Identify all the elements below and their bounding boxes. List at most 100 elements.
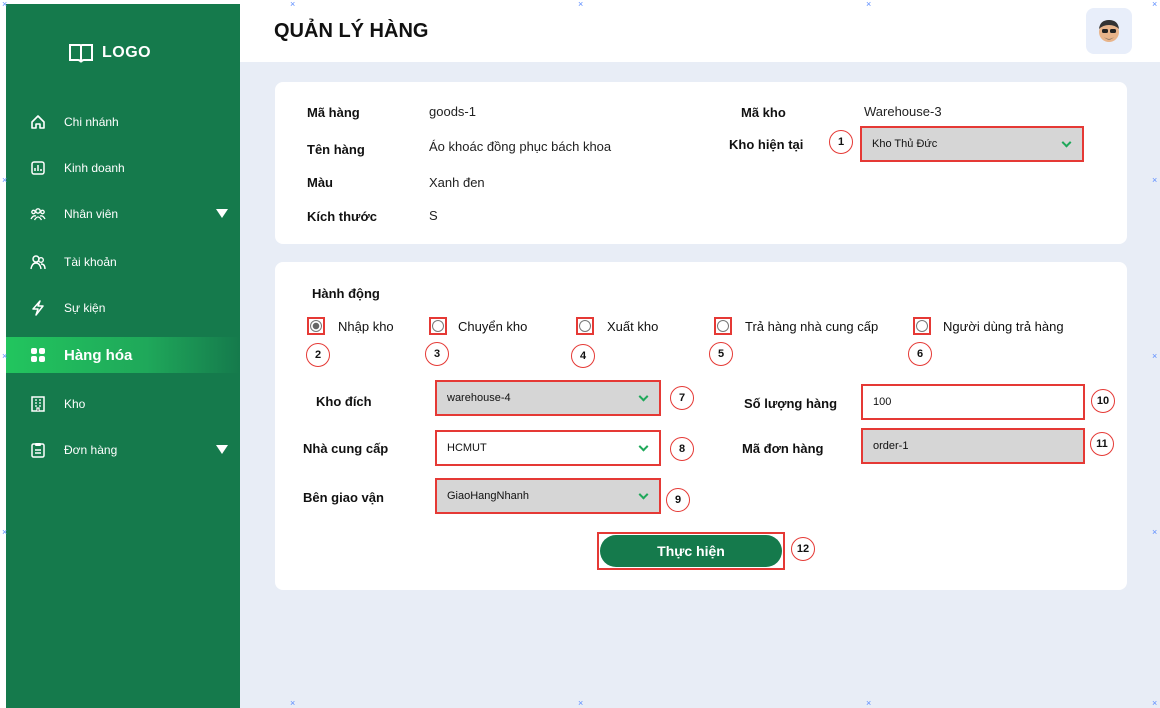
guide-mark: × bbox=[2, 0, 8, 9]
mau-value: Xanh đen bbox=[429, 175, 485, 190]
submit-button-label: Thực hiện bbox=[600, 535, 782, 567]
guide-mark: × bbox=[1152, 351, 1158, 361]
marker-5: 5 bbox=[709, 342, 733, 366]
nha-cung-cap-label: Nhà cung cấp bbox=[303, 441, 389, 456]
radio-label-nguoi-dung-tra-hang: Người dùng trả hàng bbox=[943, 319, 1064, 334]
guide-mark: × bbox=[578, 698, 584, 708]
ma-hang-value: goods-1 bbox=[429, 104, 476, 119]
guide-mark: × bbox=[1152, 175, 1158, 185]
radio-indicator bbox=[579, 320, 591, 332]
clipboard-icon bbox=[31, 443, 45, 458]
marker-1: 1 bbox=[829, 130, 853, 154]
marker-9: 9 bbox=[666, 488, 690, 512]
ben-giao-van-label: Bên giao vận bbox=[303, 490, 384, 505]
caret-down-icon[interactable] bbox=[216, 445, 228, 454]
sidebar-item-chi-nhanh[interactable]: Chi nhánh bbox=[6, 104, 240, 140]
sidebar-item-label: Kho bbox=[64, 397, 86, 411]
guide-mark: × bbox=[2, 527, 8, 537]
sidebar-item-kinh-doanh[interactable]: Kinh doanh bbox=[6, 150, 240, 186]
radio-chuyen-kho[interactable] bbox=[429, 317, 447, 335]
radio-indicator bbox=[432, 320, 444, 332]
ma-kho-value: Warehouse-3 bbox=[864, 104, 942, 119]
ten-hang-value: Áo khoác đồng phục bách khoa bbox=[429, 139, 612, 154]
kho-dich-select[interactable]: warehouse-4 bbox=[435, 380, 661, 416]
radio-label-tra-hang-ncc: Trả hàng nhà cung cấp bbox=[745, 319, 879, 334]
grid-icon bbox=[31, 348, 45, 362]
kich-thuoc-label: Kích thước bbox=[307, 209, 377, 224]
sidebar-item-label: Tài khoản bbox=[64, 255, 117, 269]
sidebar-item-label: Hàng hóa bbox=[64, 346, 133, 364]
ten-hang-label: Tên hàng bbox=[307, 142, 365, 157]
sidebar-item-label: Chi nhánh bbox=[64, 115, 119, 129]
goods-info-card bbox=[275, 82, 1127, 244]
marker-4: 4 bbox=[571, 344, 595, 368]
chevron-down-icon bbox=[638, 489, 649, 500]
submit-button[interactable]: Thực hiện bbox=[597, 532, 785, 570]
sidebar: LOGO Chi nhánh Kinh doanh Nhân viên Tài … bbox=[6, 4, 240, 708]
marker-10: 10 bbox=[1091, 389, 1115, 413]
marker-3: 3 bbox=[425, 342, 449, 366]
kho-dich-value: warehouse-4 bbox=[447, 392, 511, 404]
nha-cung-cap-select[interactable]: HCMUT bbox=[435, 430, 661, 466]
ma-don-input[interactable]: order-1 bbox=[861, 428, 1085, 464]
avatar-face-icon bbox=[1099, 20, 1119, 42]
sidebar-item-label: Sự kiện bbox=[64, 301, 106, 315]
guide-mark: × bbox=[2, 351, 8, 361]
sidebar-item-don-hang[interactable]: Đơn hàng bbox=[6, 432, 240, 468]
marker-12: 12 bbox=[791, 537, 815, 561]
guide-mark: × bbox=[1152, 698, 1158, 708]
home-icon bbox=[31, 115, 45, 129]
sidebar-item-kho[interactable]: Kho bbox=[6, 386, 240, 422]
marker-2: 2 bbox=[306, 343, 330, 367]
ma-kho-label: Mã kho bbox=[741, 105, 786, 120]
caret-down-icon[interactable] bbox=[216, 209, 228, 218]
guide-mark: × bbox=[578, 0, 584, 9]
guide-mark: × bbox=[866, 698, 872, 708]
guide-mark: × bbox=[2, 175, 8, 185]
kich-thuoc-value: S bbox=[429, 208, 438, 223]
nha-cung-cap-value: HCMUT bbox=[447, 442, 487, 454]
radio-tra-hang-ncc[interactable] bbox=[714, 317, 732, 335]
action-heading: Hành động bbox=[312, 286, 380, 301]
radio-xuat-kho[interactable] bbox=[576, 317, 594, 335]
page-title: QUẢN LÝ HÀNG bbox=[274, 20, 429, 42]
lightning-icon bbox=[32, 300, 44, 316]
so-luong-input[interactable]: 100 bbox=[861, 384, 1085, 420]
chevron-down-icon bbox=[638, 391, 649, 402]
guide-mark: × bbox=[1152, 527, 1158, 537]
guide-mark: × bbox=[1152, 0, 1158, 9]
people-icon bbox=[30, 208, 46, 221]
user-group-icon bbox=[30, 255, 46, 270]
kho-hien-tai-value: Kho Thủ Đức bbox=[872, 138, 938, 150]
radio-indicator bbox=[916, 320, 928, 332]
sidebar-item-hang-hoa[interactable]: Hàng hóa bbox=[6, 337, 240, 373]
chevron-down-icon bbox=[1061, 137, 1072, 148]
sidebar-item-label: Đơn hàng bbox=[64, 443, 118, 457]
sidebar-item-su-kien[interactable]: Sự kiện bbox=[6, 290, 240, 326]
sidebar-item-label: Kinh doanh bbox=[64, 161, 125, 175]
marker-7: 7 bbox=[670, 386, 694, 410]
radio-nhap-kho[interactable] bbox=[307, 317, 325, 335]
avatar[interactable] bbox=[1086, 8, 1132, 54]
ma-hang-label: Mã hàng bbox=[307, 105, 360, 120]
guide-mark: × bbox=[290, 698, 296, 708]
marker-8: 8 bbox=[670, 437, 694, 461]
radio-label-chuyen-kho: Chuyển kho bbox=[458, 319, 528, 334]
kho-dich-label: Kho đích bbox=[316, 394, 372, 409]
radio-indicator bbox=[310, 320, 322, 332]
marker-6: 6 bbox=[908, 342, 932, 366]
chart-icon bbox=[31, 161, 45, 175]
radio-nguoi-dung-tra-hang[interactable] bbox=[913, 317, 931, 335]
guide-mark: × bbox=[866, 0, 872, 9]
sidebar-item-tai-khoan[interactable]: Tài khoản bbox=[6, 244, 240, 280]
chevron-down-icon bbox=[638, 441, 649, 452]
book-icon bbox=[69, 44, 93, 63]
ben-giao-van-select[interactable]: GiaoHangNhanh bbox=[435, 478, 661, 514]
guide-mark: × bbox=[290, 0, 296, 9]
kho-hien-tai-select[interactable]: Kho Thủ Đức bbox=[860, 126, 1084, 162]
sidebar-item-nhan-vien[interactable]: Nhân viên bbox=[6, 196, 240, 232]
sidebar-item-label: Nhân viên bbox=[64, 207, 119, 221]
mau-label: Màu bbox=[307, 175, 333, 190]
logo[interactable]: LOGO bbox=[68, 42, 151, 64]
radio-label-xuat-kho: Xuất kho bbox=[607, 319, 659, 334]
